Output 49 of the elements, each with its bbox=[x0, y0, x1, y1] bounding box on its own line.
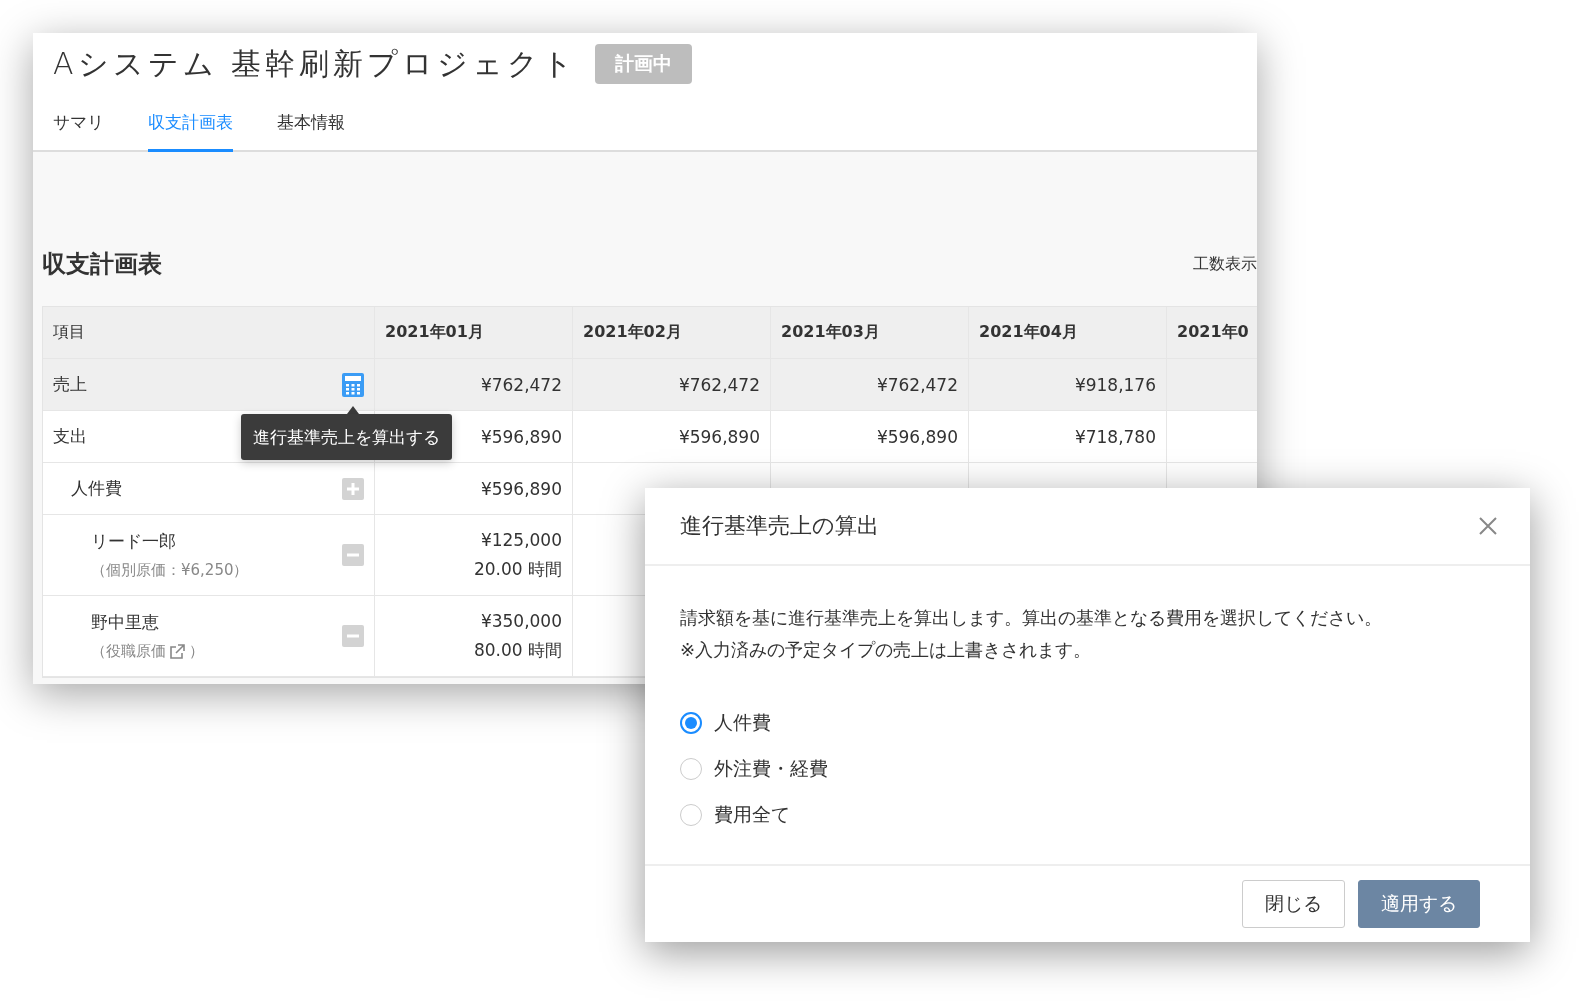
minus-icon[interactable] bbox=[342, 625, 364, 647]
row-label: 人件費 bbox=[71, 477, 122, 500]
table-cell: ¥596,890 bbox=[480, 426, 562, 447]
table-cell: ¥125,000 bbox=[480, 529, 562, 550]
column-header: 2021年01月 bbox=[385, 322, 485, 343]
row-label: 支出 bbox=[53, 425, 87, 448]
cost-note: （役職原価 bbox=[91, 642, 166, 661]
column-header: 2021年0 bbox=[1177, 322, 1250, 343]
row-label: 売上 bbox=[53, 373, 87, 396]
status-badge: 計画中 bbox=[595, 44, 693, 84]
column-header: 2021年04月 bbox=[979, 322, 1079, 343]
dialog-note: ※入力済みの予定タイプの売上は上書きされます。 bbox=[680, 638, 1093, 662]
table-cell: ¥918,176 bbox=[1074, 374, 1156, 395]
column-header: 項目 bbox=[53, 322, 86, 343]
tooltip: 進行基準売上を算出する bbox=[241, 414, 452, 460]
radio-label[interactable]: 人件費 bbox=[714, 710, 771, 736]
column-header: 2021年02月 bbox=[583, 322, 683, 343]
section-title: 収支計画表 bbox=[42, 249, 162, 280]
dialog-title: 進行基準売上の算出 bbox=[680, 512, 879, 540]
cost-note: （個別原価：¥6,250） bbox=[91, 561, 249, 580]
table-cell: 20.00 時間 bbox=[473, 557, 562, 581]
external-link-icon[interactable] bbox=[169, 643, 186, 660]
table-cell: ¥762,472 bbox=[678, 374, 760, 395]
project-title: Aシステム 基幹刷新プロジェクト bbox=[53, 44, 578, 83]
table-cell: ¥596,890 bbox=[678, 426, 760, 447]
table-cell: ¥350,000 bbox=[480, 610, 562, 631]
table-cell: ¥596,890 bbox=[480, 478, 562, 499]
calculator-icon[interactable] bbox=[342, 372, 364, 397]
row-label: 野中里恵 bbox=[91, 611, 160, 634]
table-cell: ¥762,472 bbox=[480, 374, 562, 395]
plus-icon[interactable] bbox=[342, 477, 364, 500]
tab[interactable]: サマリ bbox=[53, 95, 104, 152]
radio-button[interactable] bbox=[680, 712, 702, 734]
table-cell: ¥596,890 bbox=[876, 426, 958, 447]
apply-button[interactable]: 適用する bbox=[1358, 880, 1480, 928]
radio-label[interactable]: 費用全て bbox=[714, 802, 790, 828]
table-cell: ¥762,472 bbox=[876, 374, 958, 395]
row-label: リード一郎 bbox=[91, 530, 177, 553]
table-cell: ¥718,780 bbox=[1074, 426, 1156, 447]
dialog-message: 請求額を基に進行基準売上を算出します。算出の基準となる費用を選択してください。 bbox=[680, 606, 1383, 630]
radio-label[interactable]: 外注費・経費 bbox=[714, 756, 828, 782]
tooltip-arrow bbox=[347, 406, 359, 414]
column-header: 2021年03月 bbox=[781, 322, 881, 343]
cost-note-bracket: ） bbox=[189, 642, 204, 661]
toggle-label[interactable]: 工数表示 bbox=[1193, 253, 1257, 275]
table-cell: 80.00 時間 bbox=[473, 638, 562, 662]
minus-icon[interactable] bbox=[342, 544, 364, 566]
close-dialog-button[interactable]: 閉じる bbox=[1242, 880, 1345, 928]
tab[interactable]: 基本情報 bbox=[277, 95, 345, 152]
